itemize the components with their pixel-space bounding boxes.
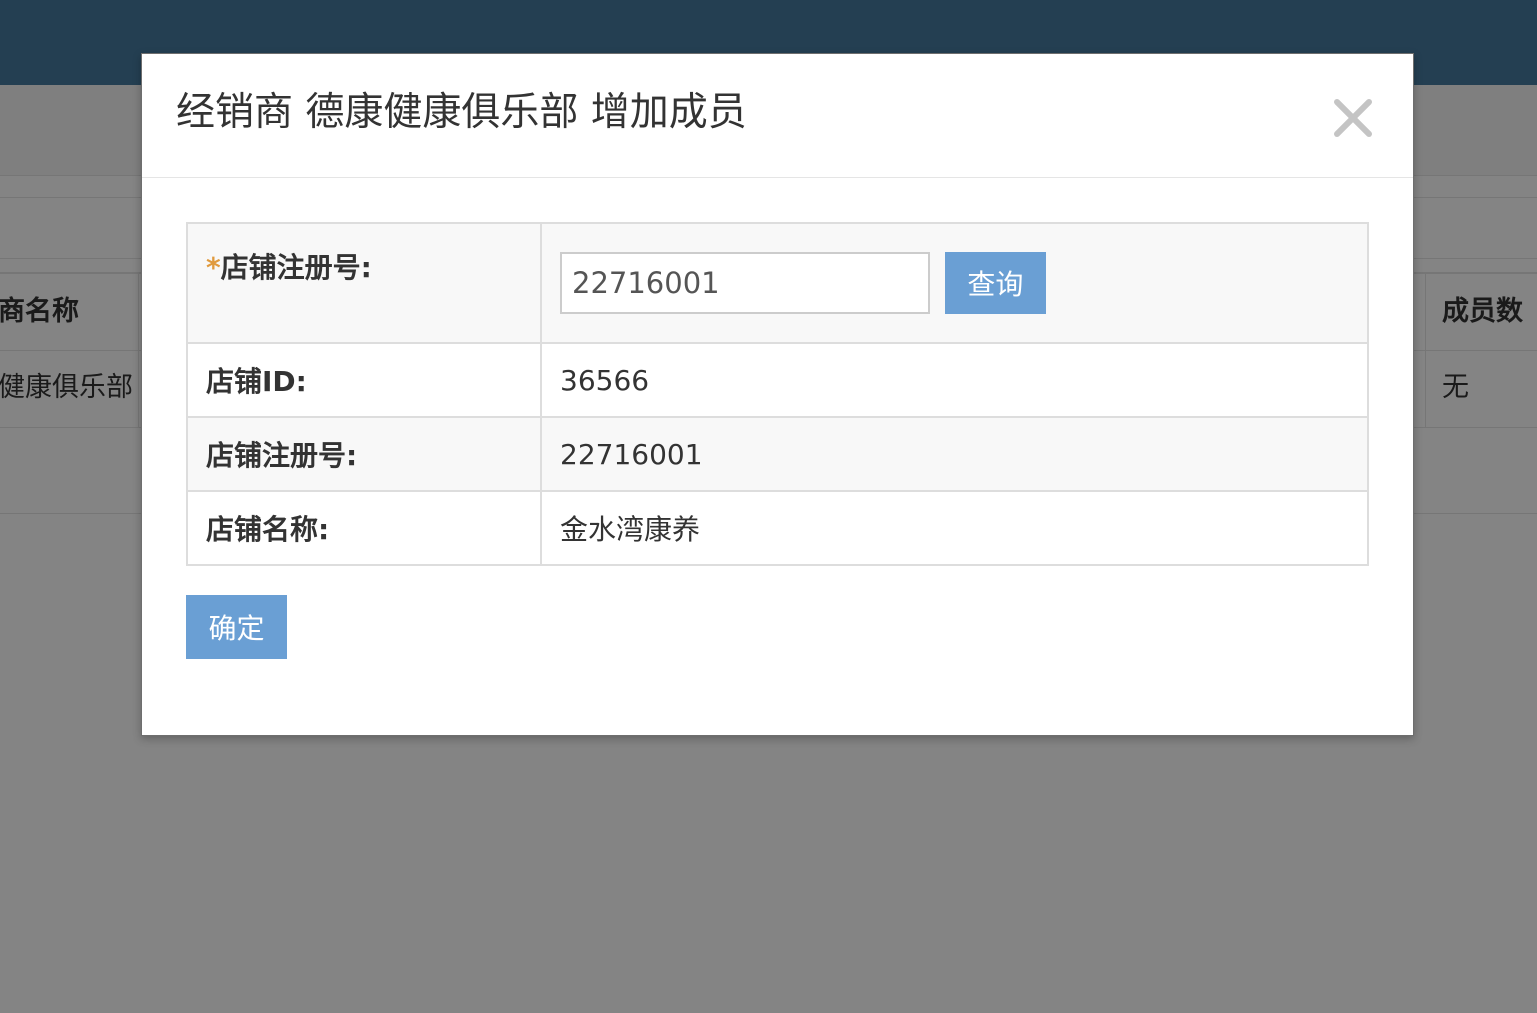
member-info-table: *店铺注册号: 查询 店铺ID: 36566 店铺注册号: 22716001 店… — [186, 222, 1369, 566]
shop-name-label: 店铺名称: — [186, 490, 542, 566]
shop-id-label: 店铺ID: — [186, 342, 542, 418]
shop-reg-number-value: 22716001 — [540, 416, 1369, 492]
required-marker: * — [206, 251, 221, 284]
header-dealer-name: 商名称 — [0, 296, 79, 327]
confirm-button[interactable]: 确定 — [186, 595, 287, 659]
reg-number-input-cell: 查询 — [540, 222, 1369, 344]
reg-number-label: 店铺注册号: — [220, 251, 372, 284]
row-member-count: 无 — [1442, 372, 1469, 403]
add-member-modal: 经销商 德康健康俱乐部 增加成员 *店铺注册号: 查询 店铺ID: 36566 — [141, 53, 1414, 736]
shop-name-value: 金水湾康养 — [540, 490, 1369, 566]
query-button[interactable]: 查询 — [944, 252, 1046, 314]
shop-reg-number-label: 店铺注册号: — [186, 416, 542, 492]
row-dealer-name: 健康俱乐部 — [0, 372, 133, 403]
table-column-divider — [138, 274, 139, 427]
table-row: 店铺注册号: 22716001 — [186, 416, 1369, 492]
modal-title: 经销商 德康健康俱乐部 增加成员 — [176, 90, 747, 135]
table-row: 店铺名称: 金水湾康养 — [186, 490, 1369, 566]
table-row: 店铺ID: 36566 — [186, 342, 1369, 418]
reg-number-label-cell: *店铺注册号: — [186, 222, 542, 344]
shop-id-value: 36566 — [540, 342, 1369, 418]
close-icon — [1334, 99, 1372, 137]
reg-number-input[interactable] — [560, 252, 930, 314]
header-member-count: 成员数 — [1442, 296, 1523, 327]
page: 商名称 成员数 健康俱乐部 无 经销商 德康健康俱乐部 增加成员 *店铺注册号: — [0, 0, 1537, 1013]
modal-header: 经销商 德康健康俱乐部 增加成员 — [142, 54, 1413, 178]
table-row: *店铺注册号: 查询 — [186, 222, 1369, 344]
close-button[interactable] — [1331, 96, 1375, 140]
table-column-divider — [1425, 274, 1426, 427]
